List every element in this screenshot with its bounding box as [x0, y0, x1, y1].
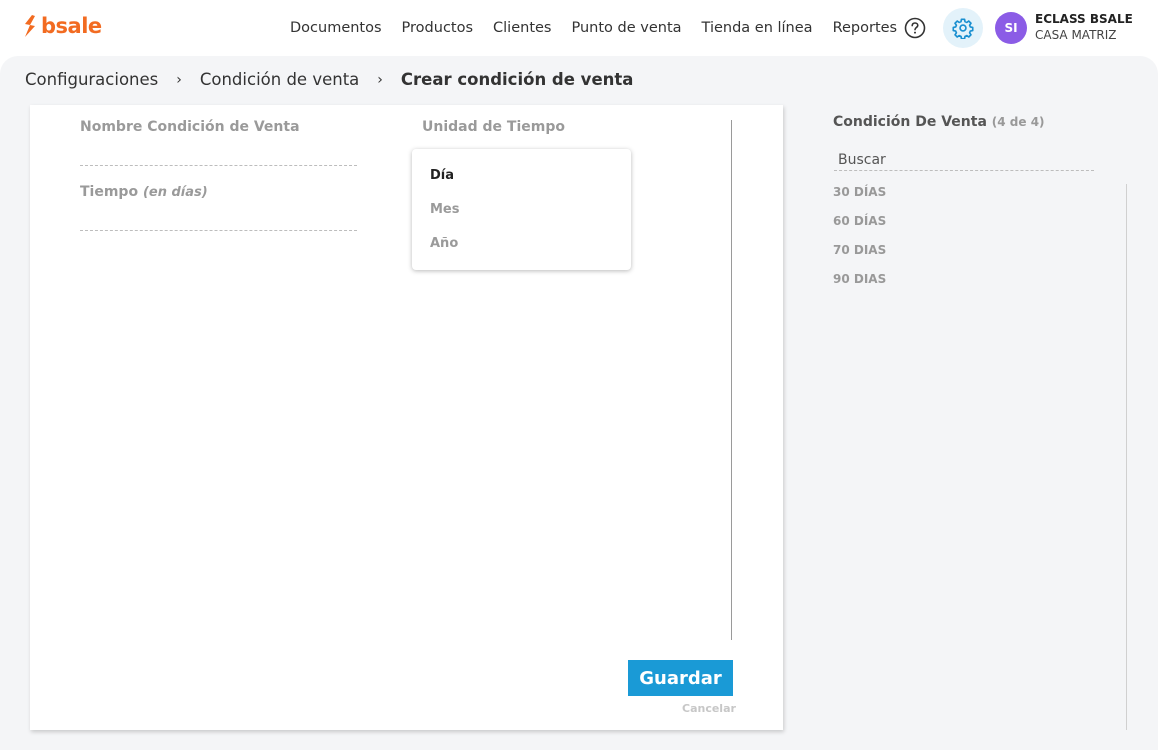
time-label-text: Tiempo	[80, 184, 139, 200]
name-input[interactable]	[80, 143, 357, 166]
sidebar-count: (4 de 4)	[991, 115, 1045, 129]
user-branch[interactable]: CASA MATRIZ	[1035, 28, 1117, 42]
sidebar-item-90-dias[interactable]: 90 DIAS	[833, 272, 886, 286]
user-name[interactable]: ECLASS BSALE	[1035, 12, 1133, 26]
nav-item-documentos[interactable]: Documentos	[280, 18, 392, 38]
unit-option-dia[interactable]: Día	[430, 168, 454, 183]
page-title: Crear condición de venta	[400, 70, 634, 89]
vertical-divider	[731, 120, 732, 640]
content-area: Configuraciones › Condición de venta › C…	[0, 56, 1158, 750]
time-input[interactable]	[80, 208, 357, 231]
user-avatar[interactable]: SI	[995, 12, 1027, 44]
breadcrumb: Configuraciones › Condición de venta › C…	[25, 70, 633, 89]
top-navbar: bsale Documentos Productos Clientes Punt…	[0, 0, 1158, 56]
nav-item-productos[interactable]: Productos	[392, 18, 483, 38]
nav-item-clientes[interactable]: Clientes	[483, 18, 561, 38]
name-field-label: Nombre Condición de Venta	[80, 119, 300, 135]
sidebar-item-70-dias[interactable]: 70 DIAS	[833, 243, 886, 257]
unit-field-label: Unidad de Tiempo	[422, 119, 565, 135]
time-label-hint: (en días)	[142, 185, 208, 200]
time-field-label: Tiempo (en días)	[80, 184, 208, 200]
nav-item-reportes[interactable]: Reportes	[823, 18, 908, 38]
sidebar-scroll-track[interactable]	[1126, 184, 1127, 730]
sidebar-title-text: Condición De Venta	[833, 114, 987, 130]
bsale-logo[interactable]: bsale	[22, 14, 102, 38]
settings-button[interactable]	[943, 8, 983, 48]
sidebar-item-30-dias[interactable]: 30 DÍAS	[833, 185, 886, 199]
main-nav: Documentos Productos Clientes Punto de v…	[280, 18, 907, 38]
sidebar-title: Condición De Venta (4 de 4)	[833, 114, 1045, 130]
chevron-right-icon: ›	[377, 71, 383, 88]
form-panel: Nombre Condición de Venta Tiempo (en día…	[30, 105, 783, 730]
logo-text: bsale	[41, 14, 102, 38]
nav-item-tienda-en-linea[interactable]: Tienda en línea	[692, 18, 823, 38]
breadcrumb-condicion-de-venta[interactable]: Condición de venta	[200, 70, 359, 89]
gear-icon	[952, 18, 974, 39]
unit-option-ano[interactable]: Año	[430, 236, 458, 251]
bsale-logo-icon	[25, 15, 35, 37]
breadcrumb-configuraciones[interactable]: Configuraciones	[25, 70, 158, 89]
unit-option-mes[interactable]: Mes	[430, 202, 460, 217]
sidebar-item-60-dias[interactable]: 60 DÍAS	[833, 214, 886, 228]
chevron-right-icon: ›	[176, 71, 182, 88]
save-button[interactable]: Guardar	[628, 660, 733, 696]
cancel-link[interactable]: Cancelar	[682, 702, 736, 715]
nav-item-punto-de-venta[interactable]: Punto de venta	[561, 18, 691, 38]
unit-dropdown-menu: Día Mes Año	[412, 149, 631, 270]
question-circle-icon[interactable]	[904, 17, 926, 39]
sidebar-search-input[interactable]	[834, 150, 1094, 171]
